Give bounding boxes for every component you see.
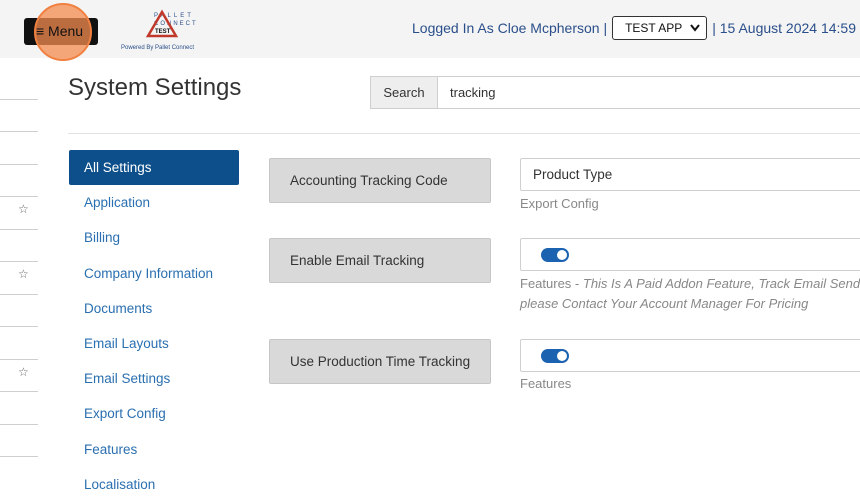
- setting-label-accounting-tracking-code: Accounting Tracking Code: [269, 158, 491, 203]
- top-bar: ≡ Menu PALLET CONNECT TEST Powered By Pa…: [0, 0, 860, 61]
- nav-item-email-settings[interactable]: Email Settings: [69, 361, 239, 396]
- search-input[interactable]: [438, 77, 860, 108]
- use-production-time-tracking-toggle[interactable]: [541, 348, 569, 363]
- datetime-text: | 15 August 2024 14:59: [712, 20, 856, 36]
- nav-item-localisation[interactable]: Localisation: [69, 467, 239, 502]
- setting-note-email-tracking: Features - This Is A Paid Addon Feature,…: [520, 276, 860, 291]
- star-icon[interactable]: ☆: [18, 267, 29, 281]
- search-bar: Search: [370, 76, 860, 109]
- svg-text:CONNECT: CONNECT: [154, 21, 198, 27]
- chevron-down-icon: [690, 21, 701, 35]
- nav-item-application[interactable]: Application: [69, 185, 239, 220]
- list-divider: [0, 261, 38, 262]
- setting-category-features: Features: [520, 376, 572, 391]
- toggle-knob: [557, 350, 567, 361]
- list-divider: [0, 326, 38, 327]
- logo-tagline: Powered By Pallet Connect: [121, 45, 195, 51]
- list-divider: [0, 294, 38, 295]
- menu-button-label[interactable]: ≡ Menu: [36, 18, 83, 45]
- nav-item-export-config[interactable]: Export Config: [69, 396, 239, 431]
- list-divider: [0, 196, 38, 197]
- enable-email-tracking-field: [520, 238, 860, 271]
- setting-note-email-tracking-cont: please Contact Your Account Manager For …: [520, 296, 808, 311]
- app-select[interactable]: TEST APP: [612, 16, 708, 40]
- use-production-time-tracking-field: [520, 339, 860, 372]
- star-icon[interactable]: ☆: [18, 365, 29, 379]
- list-divider: [0, 229, 38, 230]
- header-status: Logged In As Cloe Mcpherson | TEST APP |…: [412, 14, 856, 42]
- nav-item-email-layouts[interactable]: Email Layouts: [69, 326, 239, 361]
- app-select-value: TEST APP: [625, 21, 683, 35]
- setting-category-export-config: Export Config: [520, 196, 599, 211]
- left-partial-list: ☆ ☆ ☆: [0, 72, 38, 481]
- list-divider: [0, 391, 38, 392]
- list-divider: [0, 359, 38, 360]
- accounting-tracking-code-field[interactable]: Product Type: [520, 158, 860, 191]
- search-label: Search: [371, 77, 438, 108]
- accounting-tracking-code-value: Product Type: [533, 167, 613, 182]
- nav-item-documents[interactable]: Documents: [69, 291, 239, 326]
- list-divider: [0, 424, 38, 425]
- setting-note-line2: please Contact Your Account Manager For …: [520, 296, 809, 311]
- star-icon[interactable]: ☆: [18, 202, 29, 216]
- list-divider: [0, 164, 38, 165]
- nav-item-billing[interactable]: Billing: [69, 220, 239, 255]
- section-divider: [68, 133, 860, 134]
- logged-in-text: Logged In As Cloe Mcpherson |: [412, 20, 608, 36]
- setting-label-use-production-time-tracking: Use Production Time Tracking: [269, 339, 491, 384]
- list-divider: [0, 99, 38, 100]
- setting-note-line1: This Is A Paid Addon Feature, Track Emai…: [582, 276, 860, 291]
- setting-label-enable-email-tracking: Enable Email Tracking: [269, 238, 491, 283]
- nav-item-company-information[interactable]: Company Information: [69, 256, 239, 291]
- nav-item-all-settings[interactable]: All Settings: [69, 150, 239, 186]
- settings-category-nav: All Settings Application Billing Company…: [69, 150, 239, 502]
- page-title: System Settings: [68, 74, 242, 101]
- enable-email-tracking-toggle[interactable]: [541, 247, 569, 262]
- list-divider: [0, 456, 38, 457]
- list-divider: [0, 131, 38, 132]
- setting-category-features: Features: [520, 276, 572, 291]
- svg-text:TEST: TEST: [155, 29, 171, 35]
- nav-item-features[interactable]: Features: [69, 432, 239, 467]
- toggle-knob: [557, 249, 567, 260]
